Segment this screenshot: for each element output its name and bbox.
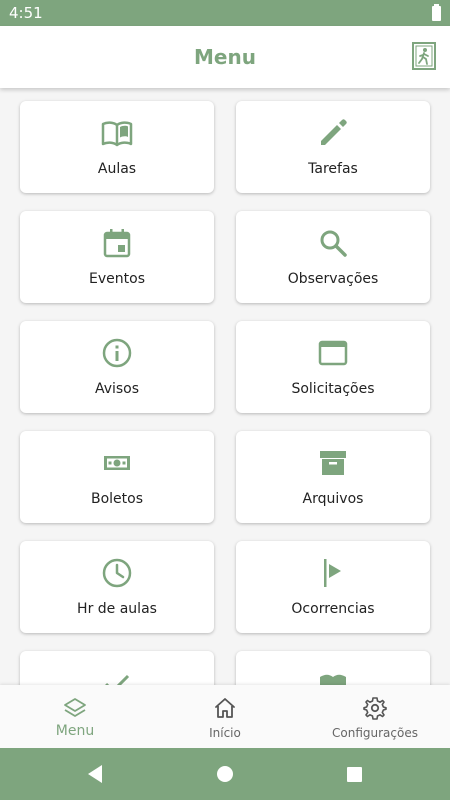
layers-icon — [64, 698, 86, 717]
app-bar: Menu — [0, 26, 450, 88]
menu-card-arquivos[interactable]: Arquivos — [236, 431, 430, 523]
menu-card-label: Aulas — [97, 161, 137, 177]
home-icon — [215, 698, 235, 718]
back-icon[interactable] — [86, 764, 104, 784]
menu-card-partial-right[interactable] — [236, 651, 430, 685]
book-open-icon — [101, 121, 133, 147]
money-icon — [104, 456, 130, 470]
menu-card-tarefas[interactable]: Tarefas — [236, 101, 430, 193]
nav-tab-label: Início — [209, 726, 241, 740]
check-icon — [105, 674, 130, 685]
status-bar: 4:51 — [0, 0, 450, 26]
menu-card-label: Arquivos — [302, 491, 364, 507]
window-icon — [318, 340, 348, 366]
battery-icon — [432, 4, 441, 21]
menu-card-label: Tarefas — [308, 161, 358, 177]
menu-card-label: Avisos — [94, 381, 140, 397]
system-navigation-bar — [0, 748, 450, 800]
menu-card-partial-left[interactable] — [20, 651, 214, 685]
clock-icon — [102, 558, 132, 588]
menu-card-solicitacoes[interactable]: Solicitações — [236, 321, 430, 413]
home-button-icon[interactable] — [217, 766, 233, 782]
menu-card-label: Boletos — [90, 491, 144, 507]
menu-card-aulas[interactable]: Aulas — [20, 101, 214, 193]
calendar-icon — [103, 229, 131, 258]
exit-icon[interactable] — [412, 42, 436, 70]
menu-card-label: Eventos — [89, 271, 145, 287]
status-time: 4:51 — [9, 4, 43, 22]
nav-tab-settings[interactable]: Configurações — [300, 685, 450, 748]
menu-card-eventos[interactable]: Eventos — [20, 211, 214, 303]
search-icon — [320, 230, 347, 257]
menu-grid: Aulas Tarefas Eventos Observações Avisos… — [0, 88, 450, 685]
bottom-navigation: Menu Início Configurações — [0, 685, 450, 748]
menu-card-boletos[interactable]: Boletos — [20, 431, 214, 523]
menu-card-label: Ocorrencias — [291, 601, 375, 617]
nav-tab-home[interactable]: Início — [150, 685, 300, 748]
flag-icon — [324, 559, 341, 587]
nav-tab-label: Configurações — [332, 726, 418, 740]
nav-tab-menu[interactable]: Menu — [0, 685, 150, 748]
archive-icon — [320, 451, 346, 475]
gear-icon — [363, 697, 387, 720]
menu-card-hr-de-aulas[interactable]: Hr de aulas — [20, 541, 214, 633]
recent-apps-icon[interactable] — [347, 767, 362, 782]
pencil-icon — [321, 119, 347, 145]
menu-card-avisos[interactable]: Avisos — [20, 321, 214, 413]
page-title: Menu — [194, 45, 256, 69]
menu-card-observacoes[interactable]: Observações — [236, 211, 430, 303]
nav-tab-label: Menu — [55, 723, 95, 739]
info-icon — [102, 338, 132, 368]
menu-card-label: Hr de aulas — [77, 601, 157, 617]
menu-card-label: Solicitações — [291, 381, 375, 397]
menu-card-label: Observações — [287, 271, 379, 287]
menu-card-ocorrencias[interactable]: Ocorrencias — [236, 541, 430, 633]
book-icon — [320, 674, 346, 685]
